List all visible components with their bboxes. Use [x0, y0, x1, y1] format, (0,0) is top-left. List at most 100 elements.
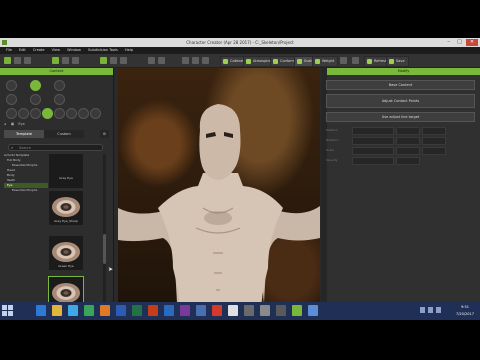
app-icon[interactable]: [308, 305, 318, 316]
morph-tool-icon[interactable]: [30, 108, 41, 119]
tab-template[interactable]: Template: [4, 130, 44, 138]
adjust-line-target-button[interactable]: Use adjust line target: [326, 112, 475, 122]
word-icon[interactable]: [116, 305, 126, 316]
undo-icon[interactable]: [52, 57, 59, 64]
character-creator-window: Character Creator (Apr 28 2017) - C:_Ske…: [0, 38, 480, 320]
save-button[interactable]: Save: [386, 56, 409, 67]
chrome-icon[interactable]: [84, 305, 94, 316]
pose-tool-icon[interactable]: [6, 108, 17, 119]
save-file-icon[interactable]: [24, 57, 31, 64]
volume-icon[interactable]: [428, 307, 433, 313]
menu-edit[interactable]: Edit: [19, 47, 26, 54]
scale-field[interactable]: [352, 147, 394, 155]
menu-help[interactable]: Help: [125, 47, 133, 54]
thumbnail-item[interactable]: Grey Eye: [49, 154, 83, 188]
thumbnail-scrollbar[interactable]: [103, 154, 106, 314]
open-icon[interactable]: [14, 57, 21, 64]
close-button[interactable]: ✕: [466, 39, 478, 46]
modify-panel-header: Modify: [327, 68, 480, 75]
shape-tool-icon[interactable]: [54, 80, 65, 91]
excel-icon[interactable]: [132, 305, 142, 316]
select-icon[interactable]: [72, 57, 79, 64]
camera-icon[interactable]: [148, 57, 155, 64]
adjust-contact-points-button[interactable]: Adjust Contact Points: [326, 94, 475, 108]
rotation-field[interactable]: [396, 137, 420, 145]
minimize-button[interactable]: –: [444, 39, 453, 46]
position-field[interactable]: [396, 127, 420, 135]
content-tabs: Template Custom ⚙: [4, 130, 109, 138]
opacity-field[interactable]: [352, 157, 394, 165]
menu-view[interactable]: View: [52, 47, 60, 54]
tree-item[interactable]: Essential Morphs: [4, 188, 48, 193]
app-icon[interactable]: [212, 305, 222, 316]
network-icon[interactable]: [420, 307, 425, 313]
rotate-icon[interactable]: [110, 57, 117, 64]
store-icon[interactable]: [68, 305, 78, 316]
eye-tool-icon[interactable]: [42, 108, 53, 119]
position-field[interactable]: [422, 127, 446, 135]
app-icon[interactable]: [244, 305, 254, 316]
start-icon[interactable]: [2, 305, 13, 316]
tongue-tool-icon[interactable]: [66, 108, 77, 119]
clock-time: 9:51: [461, 305, 469, 309]
body-tool-icon[interactable]: [30, 80, 41, 91]
skin-tool-icon[interactable]: [6, 94, 17, 105]
frame-icon[interactable]: [202, 57, 209, 64]
app-icon[interactable]: [292, 305, 302, 316]
outlook-icon[interactable]: [164, 305, 174, 316]
scrollbar-thumb[interactable]: [103, 234, 106, 264]
tab-custom[interactable]: Custom: [44, 130, 84, 138]
position-param: Position: [326, 126, 475, 135]
view-icon[interactable]: [182, 57, 189, 64]
title-bar: Character Creator (Apr 28 2017) - C:_Ske…: [0, 38, 480, 47]
thumbnail-item[interactable]: Green Eye: [49, 236, 83, 270]
app-icon[interactable]: [260, 305, 270, 316]
tool-icon[interactable]: [340, 57, 347, 64]
light-icon[interactable]: [158, 57, 165, 64]
accessory-tool-icon[interactable]: [90, 108, 101, 119]
new-icon[interactable]: [4, 57, 11, 64]
tool-icon[interactable]: [352, 57, 359, 64]
scale-tool-icon[interactable]: [120, 57, 127, 64]
hair-tool-icon[interactable]: [30, 94, 41, 105]
scale-field[interactable]: [396, 147, 420, 155]
grid-icon[interactable]: [192, 57, 199, 64]
settings-gear-icon[interactable]: ⚙: [100, 130, 109, 138]
onenote-icon[interactable]: [180, 305, 190, 316]
base-content-button[interactable]: Base Content: [326, 80, 475, 90]
media-icon[interactable]: [196, 305, 206, 316]
weight-button[interactable]: Weight: [312, 56, 339, 67]
menu-create[interactable]: Create: [33, 47, 45, 54]
search-input[interactable]: Search: [8, 144, 103, 151]
motion-tool-icon[interactable]: [18, 108, 29, 119]
powerpoint-icon[interactable]: [148, 305, 158, 316]
3d-viewport[interactable]: [118, 68, 320, 320]
nail-tool-icon[interactable]: [78, 108, 89, 119]
back-arrow-icon[interactable]: ◂: [4, 122, 6, 126]
flag-icon[interactable]: [436, 307, 441, 313]
menu-file[interactable]: File: [6, 47, 12, 54]
head-tool-icon[interactable]: [6, 80, 17, 91]
app-icon[interactable]: [276, 305, 286, 316]
cloth-tool-icon[interactable]: [54, 94, 65, 105]
rotation-field[interactable]: [422, 137, 446, 145]
menu-subdivision-tools[interactable]: Subdivision Tools: [88, 47, 118, 54]
app-icon[interactable]: [228, 305, 238, 316]
thumbnail-item[interactable]: Grey Eye_Sharp: [49, 191, 83, 225]
opacity-field[interactable]: [396, 157, 420, 165]
scale-field[interactable]: [422, 147, 446, 155]
teeth-tool-icon[interactable]: [54, 108, 65, 119]
redo-icon[interactable]: [62, 57, 69, 64]
move-icon[interactable]: [100, 57, 107, 64]
ie-icon[interactable]: [36, 305, 46, 316]
taskbar-clock[interactable]: 9:51 7/20/2017: [454, 304, 476, 318]
folder-icon[interactable]: [52, 305, 62, 316]
firefox-icon[interactable]: [100, 305, 110, 316]
character-render: [118, 104, 320, 320]
rotation-field[interactable]: [352, 137, 394, 145]
menu-window[interactable]: Window: [67, 47, 81, 54]
eye-preview: [52, 283, 80, 303]
thumbnail-label: Grey Eye: [59, 176, 73, 180]
position-field[interactable]: [352, 127, 394, 135]
maximize-button[interactable]: □: [455, 39, 464, 46]
